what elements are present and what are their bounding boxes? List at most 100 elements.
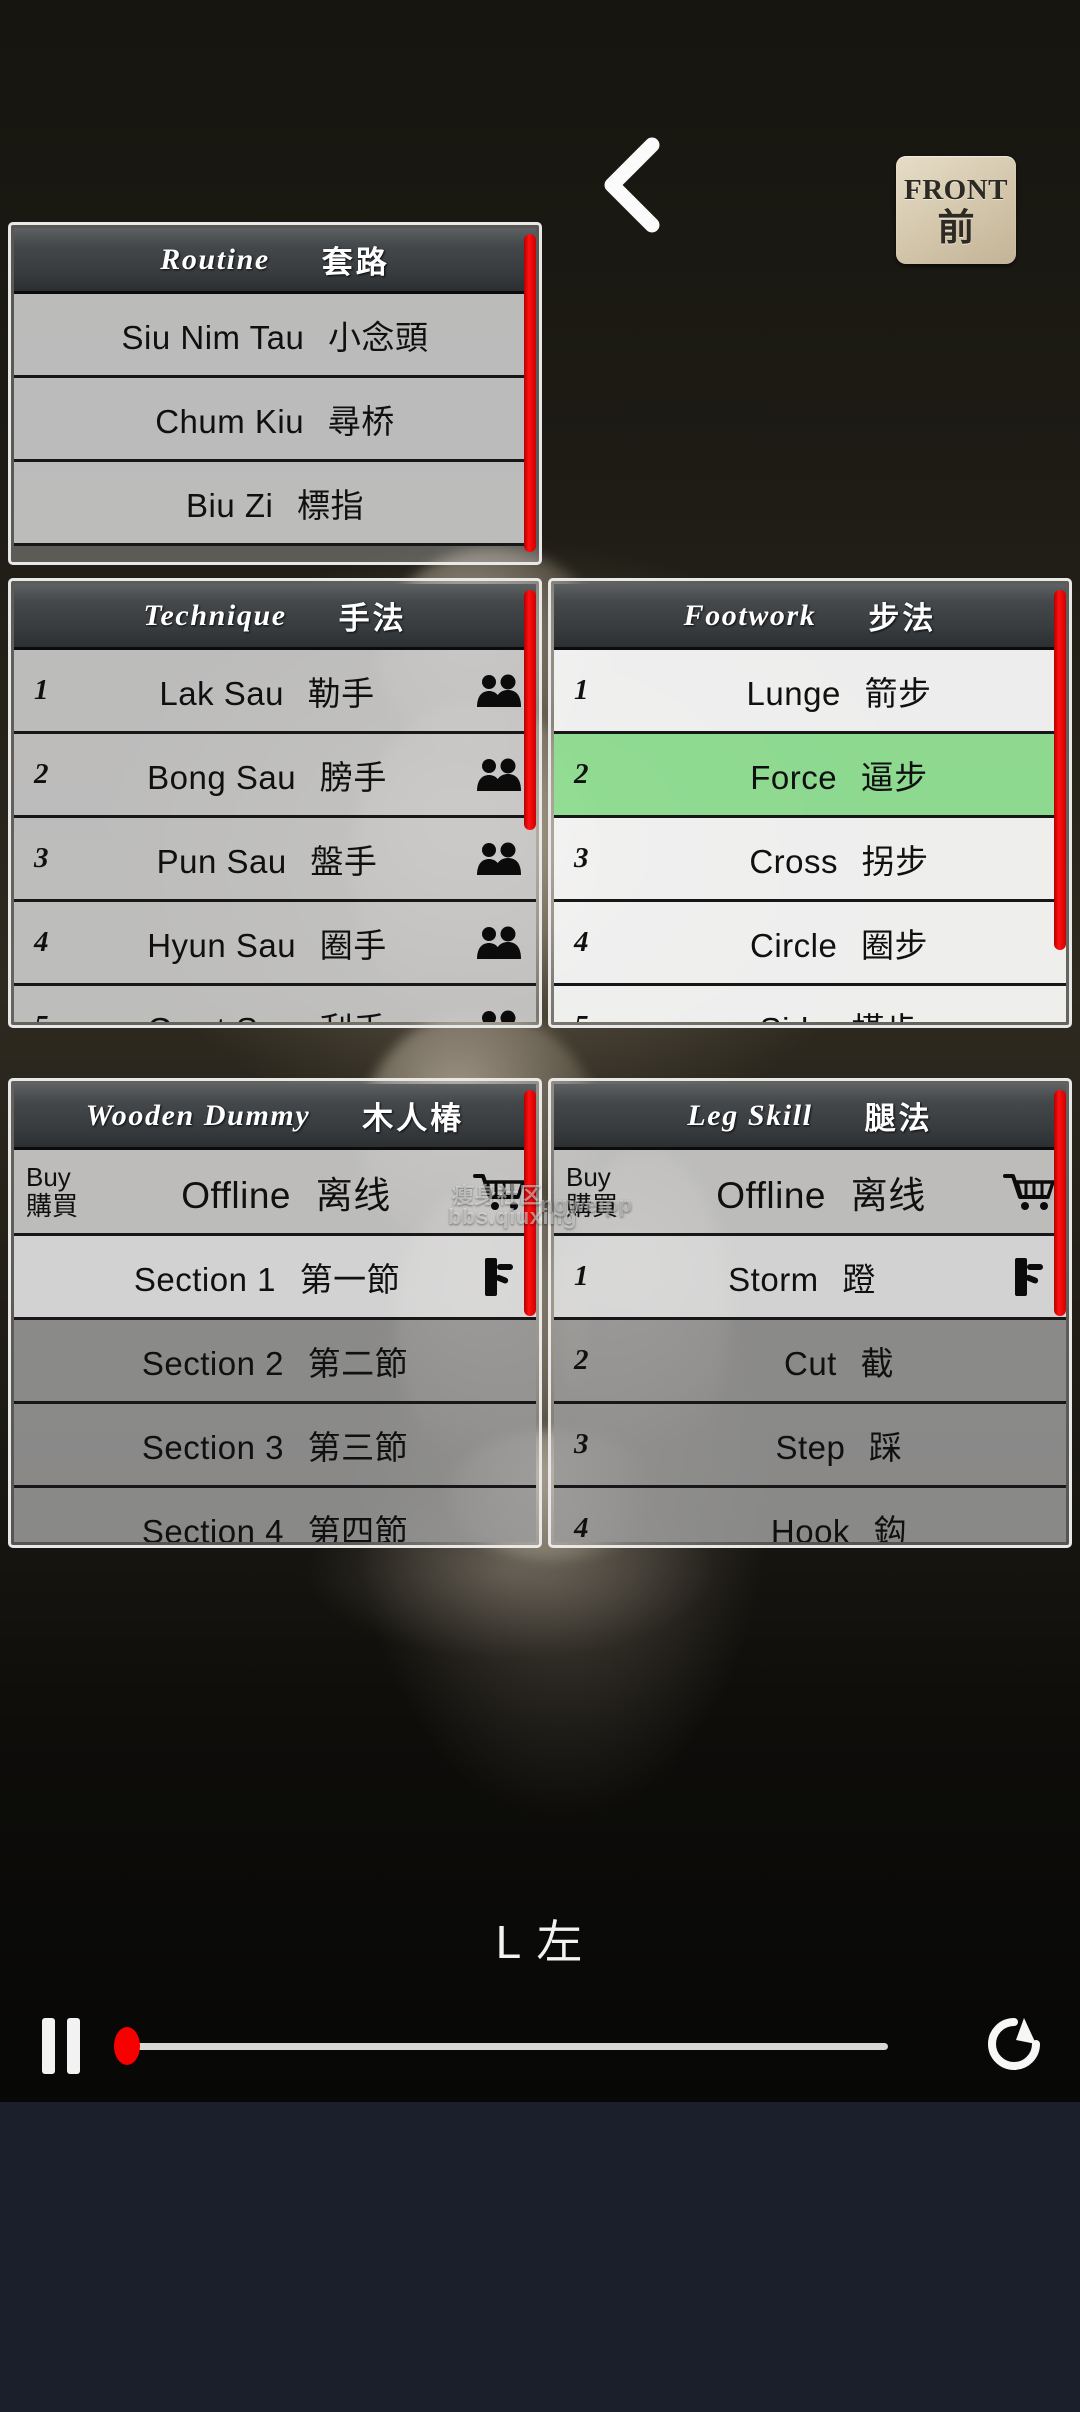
leg-skill-title-en: Leg Skill bbox=[687, 1098, 813, 1132]
routine-row-biu-zi[interactable]: Biu Zi 標指 bbox=[14, 462, 536, 546]
routine-label-en: Chum Kiu bbox=[155, 402, 305, 440]
leg-skill-row-storm[interactable]: 1 Storm 蹬 bbox=[554, 1236, 1066, 1320]
front-view-button[interactable]: FRONT 前 bbox=[896, 156, 1016, 264]
routine-row-list: Siu Nim Tau 小念頭 Chum Kiu 尋桥 Biu Zi 標指 bbox=[14, 294, 536, 546]
leg-skill-row-label: Storm 蹬 bbox=[632, 1253, 992, 1301]
routine-row-label: Chum Kiu 尋桥 bbox=[14, 395, 536, 443]
footwork-panel: Footwork 步法 1 Lunge 箭步 2 Force 逼步 3 Cros… bbox=[548, 578, 1072, 1028]
footwork-label-en: Cross bbox=[749, 842, 838, 880]
buy-label-en: Buy bbox=[566, 1162, 611, 1193]
leg-skill-panel: Leg Skill 腿法 Buy 購買 Offline 离线 1 Storm 蹬… bbox=[548, 1078, 1072, 1548]
technique-row-lak-sau[interactable]: 1 Lak Sau 勒手 bbox=[14, 650, 536, 734]
wooden-dummy-offline-row[interactable]: Buy 購買 Offline 离线 bbox=[14, 1150, 536, 1236]
wooden-dummy-label-zh: 第四節 bbox=[307, 1512, 409, 1543]
leg-skill-row-step[interactable]: 3 Step 踩 bbox=[554, 1404, 1066, 1488]
wooden-dummy-offline-label: Offline 离线 bbox=[110, 1165, 462, 1219]
wooden-dummy-scrollbar[interactable] bbox=[524, 1090, 536, 1316]
technique-scrollbar[interactable] bbox=[524, 590, 536, 830]
technique-label-en: Lak Sau bbox=[159, 674, 284, 712]
routine-label-zh: 標指 bbox=[297, 486, 365, 524]
pause-button[interactable] bbox=[0, 2018, 122, 2074]
two-people-icon bbox=[462, 1010, 536, 1022]
leg-skill-label-zh: 踩 bbox=[869, 1428, 903, 1466]
seek-slider[interactable] bbox=[114, 1990, 948, 2102]
buy-label-en: Buy bbox=[26, 1162, 71, 1193]
technique-row-hyun-sau[interactable]: 4 Hyun Sau 圈手 bbox=[14, 902, 536, 986]
leg-skill-title-zh: 腿法 bbox=[864, 1101, 933, 1136]
player-control-bar bbox=[0, 1990, 1080, 2102]
wooden-dummy-label-en: Section 1 bbox=[133, 1260, 276, 1298]
offline-label-en: Offline bbox=[716, 1174, 826, 1216]
technique-label-zh: 勒手 bbox=[307, 674, 375, 712]
seek-track[interactable] bbox=[114, 2027, 888, 2065]
wooden-dummy-label-zh: 第二節 bbox=[307, 1344, 409, 1382]
leg-skill-label-en: Hook bbox=[770, 1512, 850, 1543]
footwork-label-zh: 箭步 bbox=[864, 674, 932, 712]
technique-label-en: Bong Sau bbox=[147, 758, 297, 796]
technique-row-label: Hyun Sau 圈手 bbox=[92, 919, 462, 967]
technique-row-gwat-sau[interactable]: 5 Gwat Sau 刮手 bbox=[14, 986, 536, 1022]
footwork-row-lunge[interactable]: 1 Lunge 箭步 bbox=[554, 650, 1066, 734]
leg-skill-offline-row[interactable]: Buy 購買 Offline 离线 bbox=[554, 1150, 1066, 1236]
footwork-row-label: Cross 拐步 bbox=[632, 835, 1066, 883]
routine-label-en: Siu Nim Tau bbox=[121, 318, 305, 356]
leg-skill-row-label: Hook 鈎 bbox=[632, 1505, 1066, 1543]
leg-skill-label-en: Step bbox=[775, 1428, 846, 1466]
wooden-dummy-label-en: Section 4 bbox=[141, 1512, 284, 1543]
chevron-left-icon bbox=[594, 135, 668, 235]
system-navigation-strip bbox=[0, 2102, 1080, 2412]
loop-button[interactable] bbox=[948, 2012, 1080, 2081]
routine-label-zh: 尋桥 bbox=[327, 402, 395, 440]
wooden-dummy-panel: Wooden Dummy 木人椿 Buy 購買 Offline 离线 Secti… bbox=[8, 1078, 542, 1548]
footwork-scrollbar[interactable] bbox=[1054, 590, 1066, 950]
technique-row-index: 2 bbox=[34, 758, 49, 790]
footwork-row-force[interactable]: 2 Force 逼步 bbox=[554, 734, 1066, 818]
technique-row-label: Bong Sau 膀手 bbox=[92, 751, 462, 799]
routine-scrollbar[interactable] bbox=[524, 234, 536, 552]
routine-row-siu-nim-tau[interactable]: Siu Nim Tau 小念頭 bbox=[14, 294, 536, 378]
leg-skill-row-label: Step 踩 bbox=[632, 1421, 1066, 1469]
technique-label-zh: 圈手 bbox=[319, 926, 387, 964]
technique-row-list: 1 Lak Sau 勒手 2 Bong Sau 膀手 3 Pun Sau 盤手 … bbox=[14, 650, 536, 1022]
leg-skill-offline-label: Offline 离线 bbox=[650, 1165, 992, 1219]
routine-panel-header: Routine 套路 bbox=[14, 228, 536, 294]
leg-skill-scrollbar[interactable] bbox=[1054, 1090, 1066, 1316]
seek-thumb[interactable] bbox=[114, 2027, 140, 2065]
technique-row-pun-sau[interactable]: 3 Pun Sau 盤手 bbox=[14, 818, 536, 902]
footwork-label-en: Force bbox=[750, 758, 838, 796]
footwork-row-cross[interactable]: 3 Cross 拐步 bbox=[554, 818, 1066, 902]
wooden-dummy-label-en: Section 3 bbox=[141, 1428, 284, 1466]
leg-skill-row-index: 1 bbox=[574, 1260, 589, 1292]
two-people-icon bbox=[462, 842, 536, 876]
footwork-title-en: Footwork bbox=[683, 598, 817, 632]
technique-row-index: 4 bbox=[34, 926, 49, 958]
wooden-dummy-row-section-4[interactable]: Section 4 第四節 bbox=[14, 1488, 536, 1542]
offline-label-zh: 离线 bbox=[850, 1174, 926, 1216]
side-indicator-label: L 左 bbox=[495, 1916, 585, 1968]
wooden-dummy-title-en: Wooden Dummy bbox=[85, 1098, 311, 1132]
buy-label-zh: 購買 bbox=[566, 1190, 619, 1221]
leg-skill-label-en: Cut bbox=[783, 1344, 837, 1382]
routine-panel: Routine 套路 Siu Nim Tau 小念頭 Chum Kiu 尋桥 B… bbox=[8, 222, 542, 565]
wooden-dummy-row-section-3[interactable]: Section 3 第三節 bbox=[14, 1404, 536, 1488]
technique-title-en: Technique bbox=[143, 598, 287, 632]
footwork-row-side[interactable]: 5 Side 橫步 bbox=[554, 986, 1066, 1022]
back-button[interactable] bbox=[576, 126, 686, 244]
leg-skill-row-hook[interactable]: 4 Hook 鈎 bbox=[554, 1488, 1066, 1542]
wooden-dummy-row-section-1[interactable]: Section 1 第一節 bbox=[14, 1236, 536, 1320]
pause-icon bbox=[42, 2018, 80, 2074]
leg-skill-row-index: 3 bbox=[574, 1428, 589, 1460]
leg-skill-row-cut[interactable]: 2 Cut 截 bbox=[554, 1320, 1066, 1404]
routine-row-chum-kiu[interactable]: Chum Kiu 尋桥 bbox=[14, 378, 536, 462]
wooden-dummy-panel-header: Wooden Dummy 木人椿 bbox=[14, 1084, 536, 1150]
routine-title-zh: 套路 bbox=[321, 245, 390, 280]
leg-skill-buy-label: Buy 購買 bbox=[554, 1163, 650, 1219]
footwork-row-label: Side 橫步 bbox=[632, 1003, 1066, 1023]
technique-label-zh: 盤手 bbox=[310, 842, 378, 880]
wooden-dummy-row-section-2[interactable]: Section 2 第二節 bbox=[14, 1320, 536, 1404]
footwork-row-index: 5 bbox=[554, 1010, 632, 1022]
leg-skill-row-index: 4 bbox=[574, 1512, 589, 1542]
footwork-row-circle[interactable]: 4 Circle 圈步 bbox=[554, 902, 1066, 986]
technique-label-en: Pun Sau bbox=[156, 842, 287, 880]
technique-row-bong-sau[interactable]: 2 Bong Sau 膀手 bbox=[14, 734, 536, 818]
